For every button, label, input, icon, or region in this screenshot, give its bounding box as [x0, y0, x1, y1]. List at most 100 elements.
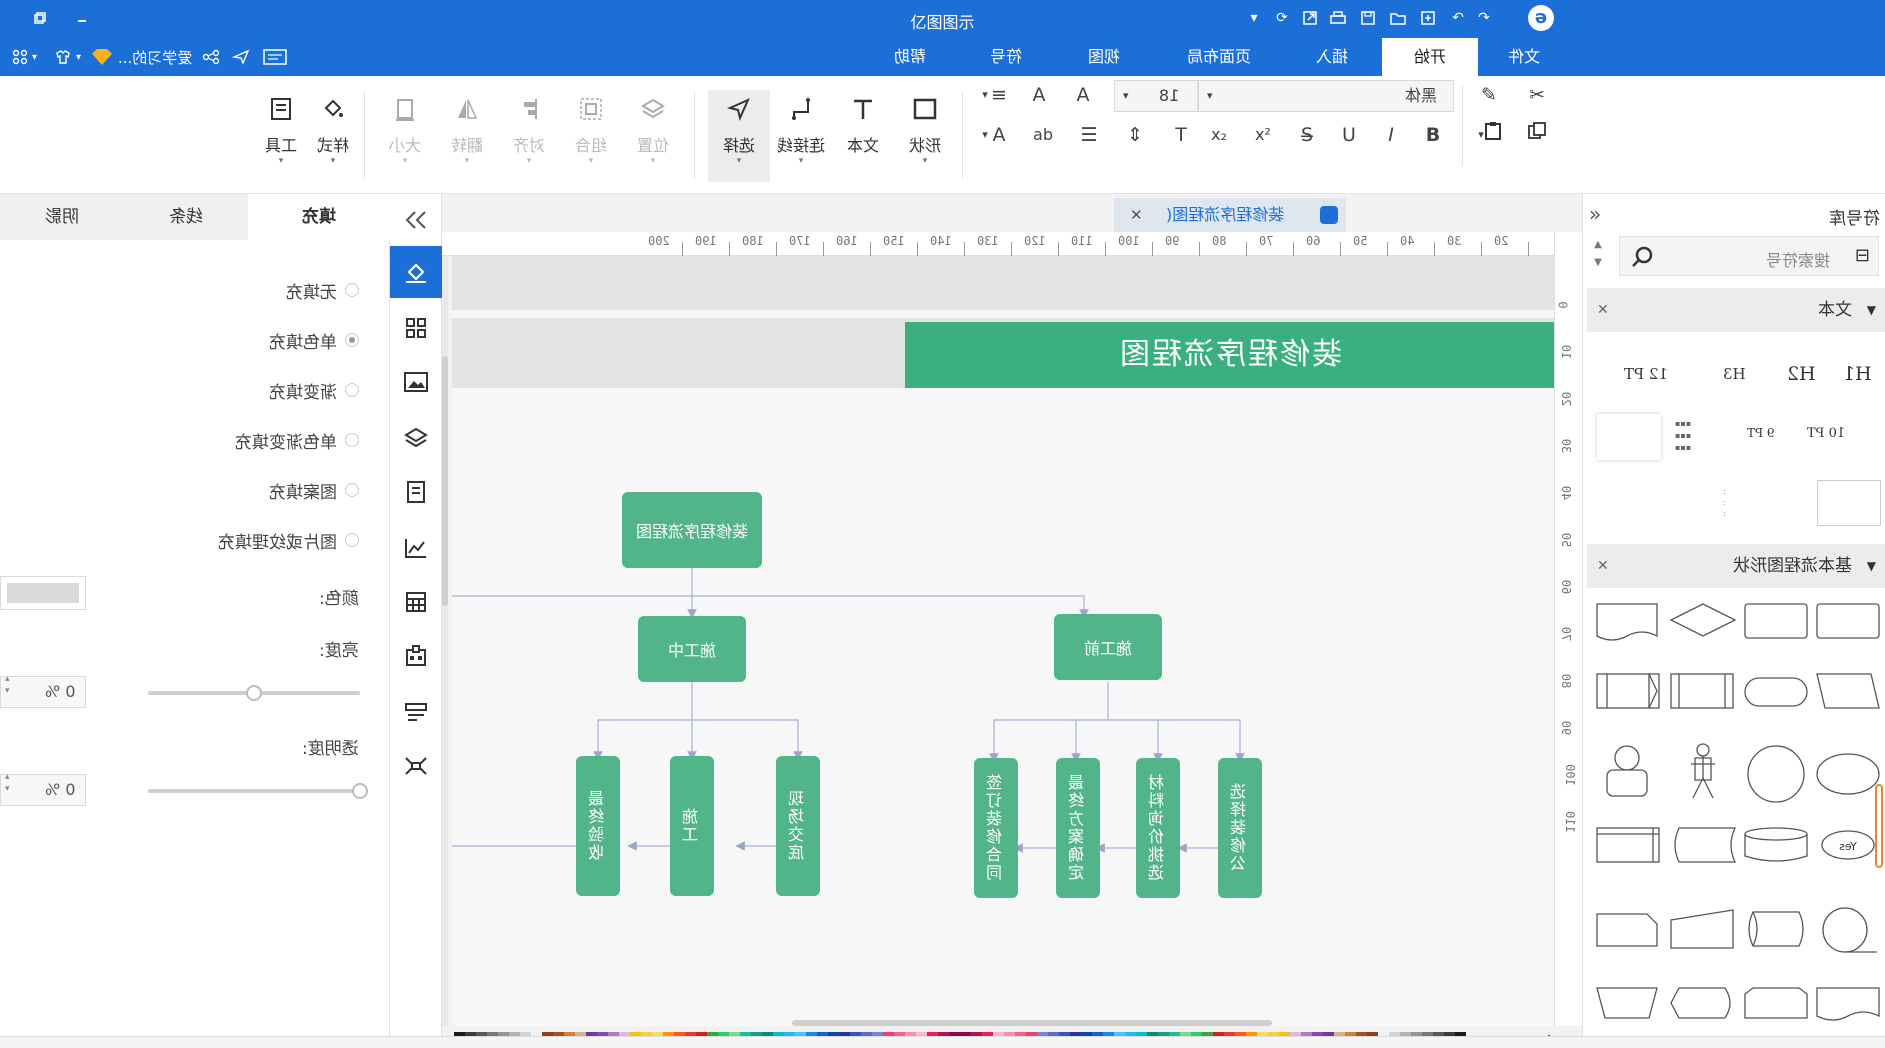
radio-button[interactable]: [345, 383, 359, 397]
menu-page-layout[interactable]: 页面布局: [1176, 38, 1262, 76]
align-button[interactable]: 对齐 ▾: [498, 90, 560, 182]
vertical-scroll-thumb[interactable]: [442, 356, 448, 606]
close-section-icon[interactable]: ✕: [1597, 544, 1609, 588]
text-h3-sample[interactable]: H3: [1723, 365, 1746, 383]
redo-icon[interactable]: ⟳: [1272, 8, 1292, 28]
text-10pt-sample[interactable]: 10 PT: [1807, 426, 1845, 441]
style-button[interactable]: 样式 ▾: [302, 90, 364, 182]
decision-shape[interactable]: [1669, 603, 1737, 637]
text-h2-sample[interactable]: H2: [1787, 363, 1816, 385]
position-button[interactable]: 位置 ▾: [622, 90, 684, 182]
circle-shape[interactable]: [1747, 745, 1805, 803]
symbol-search-box[interactable]: 搜索符号 ⊟: [1619, 236, 1879, 276]
cut-icon[interactable]: ✂: [1522, 80, 1552, 110]
menu-help[interactable]: 帮助: [882, 38, 938, 76]
strikethrough-icon[interactable]: S̶: [1292, 120, 1322, 150]
chart-panel-icon[interactable]: [390, 522, 442, 574]
flow-node-material-pricing[interactable]: 材料询价挑选: [1136, 758, 1180, 898]
fill-option-none[interactable]: 无填充: [286, 278, 359, 303]
decrease-font-icon[interactable]: A: [1024, 80, 1054, 110]
superscript-icon[interactable]: x²: [1248, 120, 1278, 150]
undo-icon[interactable]: ↶: [1448, 8, 1468, 28]
page-panel-icon[interactable]: [390, 466, 442, 518]
fill-option-solid[interactable]: 单色填充: [269, 328, 359, 353]
drawing-page[interactable]: 装修程序流程图 装修程序流程图 施工中 施工前 现场交底 施工 最终验收 选择装…: [452, 256, 1554, 1026]
data-shape[interactable]: [1816, 673, 1880, 709]
font-color-icon[interactable]: A: [984, 120, 1014, 150]
horizontal-scroll-thumb[interactable]: [792, 1020, 1272, 1026]
export-icon[interactable]: [1300, 8, 1320, 28]
menu-view[interactable]: 视图: [1074, 38, 1134, 76]
flow-node-sign-contract[interactable]: 签订装修合同: [974, 758, 1018, 898]
user-shape[interactable]: [1606, 745, 1648, 797]
restore-icon[interactable]: [30, 8, 50, 28]
increase-font-icon[interactable]: A: [1068, 80, 1098, 110]
flow-node-construction[interactable]: 施工: [670, 756, 714, 896]
bullet-list-icon[interactable]: ☰: [1074, 120, 1104, 150]
scroll-arrows-icon[interactable]: ▲ ▼: [1587, 236, 1609, 276]
section-flowchart-header[interactable]: ✕ 基本流程图形状 ▼: [1587, 544, 1885, 588]
wave-shape[interactable]: [1816, 987, 1880, 1021]
share-icon[interactable]: [202, 46, 220, 68]
open-icon[interactable]: [1388, 8, 1408, 28]
radio-button[interactable]: [345, 433, 359, 447]
flow-node-choose-company[interactable]: 选择装修公: [1218, 758, 1262, 898]
tab-line[interactable]: 线条: [124, 194, 248, 240]
section-collapse-icon[interactable]: ▼: [1867, 544, 1876, 588]
display-shape[interactable]: [1670, 987, 1731, 1019]
fill-option-pattern[interactable]: 图案填充: [269, 478, 359, 503]
internal-storage-shape[interactable]: [1596, 827, 1660, 863]
section-collapse-icon[interactable]: ▼: [1867, 288, 1876, 332]
connector-tool-button[interactable]: 连接线 ▾: [770, 90, 832, 182]
fill-option-picture[interactable]: 图片或纹理填充: [218, 528, 359, 553]
redo-arrow-icon[interactable]: ↷: [1474, 8, 1494, 28]
card-shape[interactable]: [1596, 913, 1658, 947]
vertical-scroll-track[interactable]: [442, 256, 448, 1026]
menu-file[interactable]: 文件: [1496, 38, 1552, 76]
flow-node-pre-construction[interactable]: 施工前: [1054, 614, 1162, 680]
text-box-sample[interactable]: [1597, 414, 1661, 460]
size-button[interactable]: 大小 ▾: [374, 90, 436, 182]
image-panel-icon[interactable]: [390, 356, 442, 408]
loop-limit-shape[interactable]: [1744, 987, 1808, 1019]
highlight-icon[interactable]: ab: [1028, 120, 1058, 150]
flow-node-in-progress[interactable]: 施工中: [638, 616, 746, 682]
bold-icon[interactable]: B: [1418, 120, 1448, 150]
close-tab-icon[interactable]: ✕: [1130, 198, 1143, 232]
rectangle-shape[interactable]: [1816, 603, 1880, 639]
text-format-icon[interactable]: T: [1166, 120, 1196, 150]
save-icon[interactable]: [1358, 8, 1378, 28]
org-panel-icon[interactable]: [390, 630, 442, 682]
text-h1-sample[interactable]: H1: [1843, 363, 1872, 385]
subscript-icon[interactable]: x₂: [1204, 120, 1234, 150]
collapse-panel-icon[interactable]: [390, 194, 442, 246]
minimize-icon[interactable]: [72, 8, 92, 28]
sequential-data-shape[interactable]: [1822, 907, 1877, 953]
select-tool-button[interactable]: 选择 ▾: [708, 90, 770, 182]
document-shape[interactable]: [1596, 603, 1658, 641]
bordered-text-sample[interactable]: [1817, 480, 1881, 526]
user-account[interactable]: 爱学习的...: [92, 46, 192, 68]
radio-button[interactable]: [345, 483, 359, 497]
brightness-slider-knob[interactable]: [246, 685, 262, 701]
copy-icon[interactable]: [1522, 120, 1552, 150]
send-icon[interactable]: [232, 46, 250, 68]
mindmap-panel-icon[interactable]: [390, 740, 442, 792]
more-dropdown-icon[interactable]: ▾: [1244, 8, 1264, 28]
radio-button[interactable]: [345, 283, 359, 297]
apps-icon[interactable]: ▾: [12, 46, 37, 68]
underline-icon[interactable]: U: [1334, 120, 1364, 150]
new-icon[interactable]: [1418, 8, 1438, 28]
predefined-process-shape[interactable]: [1596, 673, 1660, 709]
process-shape[interactable]: [1744, 603, 1808, 639]
direct-access-storage-shape[interactable]: [1748, 911, 1804, 947]
manual-operation-shape[interactable]: [1596, 987, 1658, 1019]
tab-fill[interactable]: 填充: [248, 194, 390, 240]
color-picker[interactable]: [0, 576, 86, 610]
font-size-select[interactable]: ▾ 18: [1114, 80, 1198, 112]
spin-arrows-icon[interactable]: ▴ ▾: [5, 771, 10, 795]
radio-button[interactable]: [345, 533, 359, 547]
database-shape[interactable]: [1744, 827, 1808, 862]
text-list-sample[interactable]: ▪▪▪ ▪▪▪ ▪▪▪: [1675, 418, 1715, 458]
brightness-input[interactable]: ▴ ▾ 0 %: [0, 674, 86, 708]
